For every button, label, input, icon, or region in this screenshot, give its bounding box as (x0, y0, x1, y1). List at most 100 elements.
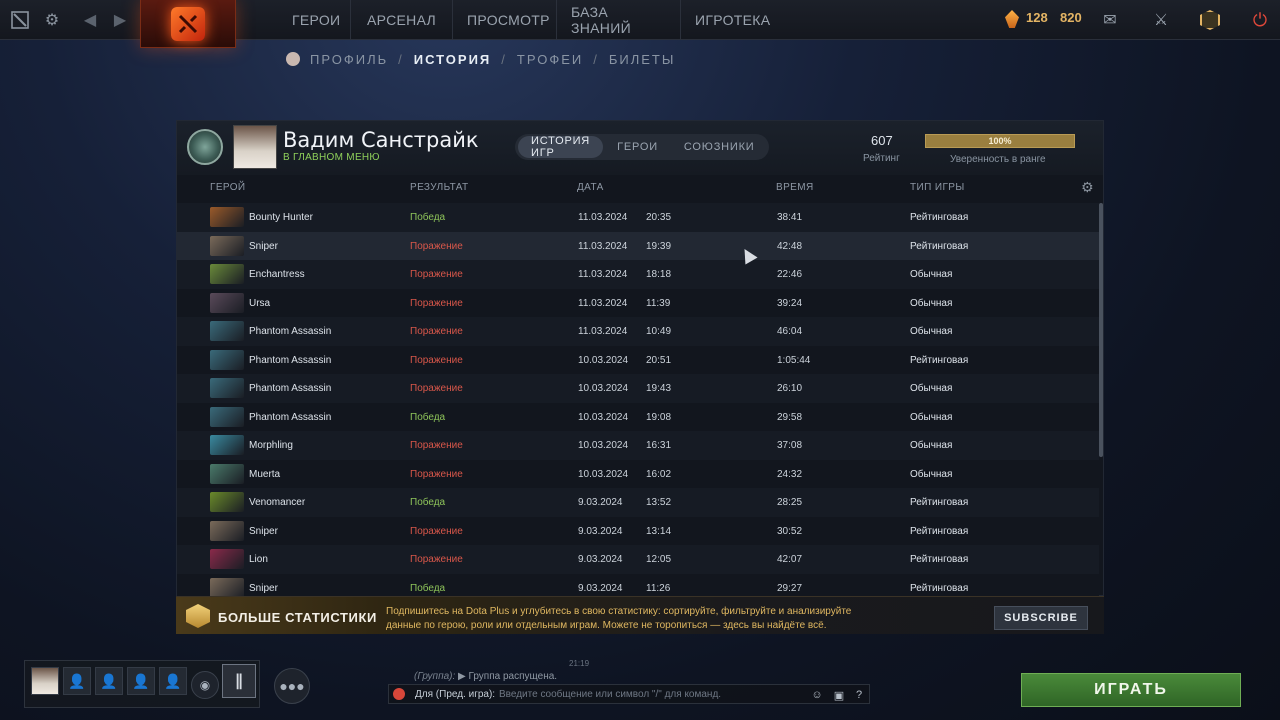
hero-portrait-icon (210, 321, 244, 341)
table-row[interactable]: Muerta Поражение 10.03.2024 16:02 24:32 Обычн… (177, 459, 1099, 488)
help-icon[interactable]: ? (851, 687, 867, 703)
hero-portrait-icon (210, 235, 244, 256)
dota-plus-icon[interactable] (1192, 4, 1228, 36)
play-button[interactable]: ИГРАТЬ (1021, 673, 1241, 707)
mail-icon[interactable]: ✉ (1092, 4, 1128, 36)
gear-icon[interactable]: ⚙ (40, 8, 64, 32)
hero-portrait-icon (210, 264, 244, 284)
rating-label: Рейтинг (863, 153, 900, 164)
power-icon[interactable]: ⏻ (1242, 4, 1278, 36)
hero-portrait-icon (210, 435, 244, 455)
party-slot-empty[interactable]: 👤 (95, 667, 123, 695)
emoticon-icon[interactable]: ☺ (809, 687, 825, 703)
table-row[interactable]: Phantom Assassin Поражение 10.03.2024 20:51… (177, 345, 1099, 374)
match-duration: 29:58 (777, 411, 803, 423)
match-duration: 46:04 (777, 326, 803, 337)
friends-icon[interactable]: ●●● (274, 668, 310, 704)
match-time: 13:14 (646, 525, 672, 537)
match-result: Победа (410, 411, 446, 423)
forward-arrow-icon[interactable]: ▶ (108, 8, 132, 32)
hero-portrait-icon (210, 207, 244, 227)
crumb-separator: / (398, 51, 404, 67)
tab-heroes[interactable]: ГЕРОИ (605, 136, 670, 158)
table-settings-gear-icon[interactable]: ⚙ (1081, 179, 1094, 196)
match-date: 10.03.2024 (578, 354, 629, 366)
rank-confidence-value: 100% (988, 136, 1012, 146)
party-slot-empty[interactable]: 👤 (127, 667, 155, 695)
party-slot-self[interactable] (31, 667, 59, 695)
hero-name: Sniper (249, 240, 278, 252)
table-row[interactable]: Phantom Assassin Победа 10.03.2024 19:08 29:… (177, 402, 1099, 431)
match-time: 18:18 (646, 269, 672, 280)
party-slot-empty[interactable]: 👤 (63, 667, 91, 695)
crumb-trophies[interactable]: ТРОФЕИ (513, 52, 587, 67)
table-row[interactable]: Phantom Assassin Поражение 10.03.2024 19:43… (177, 374, 1099, 403)
match-time: 19:43 (646, 383, 672, 394)
table-row[interactable]: Ursa Поражение 11.03.2024 11:39 39:24 Обычная (177, 288, 1099, 317)
armory-icon[interactable]: ⚔ (1143, 4, 1179, 36)
match-result: Поражение (410, 354, 463, 366)
match-duration: 39:24 (777, 297, 803, 309)
table-header: ГЕРОЙ РЕЗУЛЬТАТ ДАТА ВРЕМЯ ТИП ИГРЫ ⚙ (177, 179, 1103, 197)
match-time: 13:52 (646, 497, 672, 508)
subscribe-button[interactable]: SUBSCRIBE (994, 606, 1088, 630)
nav-armory[interactable]: АРСЕНАЛ (350, 0, 452, 40)
dota-icon[interactable] (8, 8, 32, 32)
match-result: Поражение (410, 240, 463, 252)
match-time: 12:05 (646, 554, 672, 565)
crumb-profile[interactable]: ПРОФИЛЬ (306, 52, 392, 67)
match-duration: 29:27 (777, 582, 803, 594)
col-duration[interactable]: ВРЕМЯ (776, 182, 814, 193)
match-time: 20:35 (646, 212, 672, 223)
table-row[interactable]: Morphling Поражение 10.03.2024 16:31 37:08 Об… (177, 431, 1099, 460)
crumb-tickets[interactable]: БИЛЕТЫ (605, 52, 680, 67)
table-row[interactable]: Bounty Hunter Победа 11.03.2024 20:35 38:41 Р… (177, 203, 1099, 232)
chat-input-bar[interactable]: Для (Пред. игра): Введите сообщение или … (388, 684, 870, 704)
table-row[interactable]: Lion Поражение 9.03.2024 12:05 42:07 Рейтинго… (177, 545, 1099, 574)
table-row[interactable]: Enchantress Поражение 11.03.2024 18:18 22:46… (177, 260, 1099, 289)
nav-learn[interactable]: БАЗА ЗНАНИЙ (556, 0, 680, 40)
table-row[interactable]: Venomancer Победа 9.03.2024 13:52 28:25 Рейти… (177, 488, 1099, 517)
table-row[interactable]: Sniper Победа 9.03.2024 11:26 29:27 Рейтингов… (177, 573, 1099, 597)
back-arrow-icon[interactable]: ◀ (78, 8, 102, 32)
nav-heroes[interactable]: ГЕРОИ (278, 0, 350, 40)
nav-arcade[interactable]: ИГРОТЕКА (680, 0, 778, 40)
scrollbar[interactable] (1099, 203, 1103, 457)
avatar[interactable] (233, 125, 277, 169)
game-type: Рейтинговая (910, 525, 969, 537)
chat-channel-icon[interactable] (393, 688, 405, 700)
hero-portrait-icon (210, 406, 244, 427)
match-time: 20:51 (646, 354, 672, 366)
hero-name: Bounty Hunter (249, 212, 313, 223)
nav-watch[interactable]: ПРОСМОТР (452, 0, 556, 40)
match-date: 10.03.2024 (578, 411, 629, 423)
match-date: 11.03.2024 (578, 269, 628, 280)
col-result[interactable]: РЕЗУЛЬТАТ (410, 182, 469, 193)
dota-logo-button[interactable] (140, 0, 236, 48)
chat-input[interactable]: Введите сообщение или символ "/" для ком… (499, 689, 721, 700)
crumb-separator: / (593, 51, 599, 67)
party-slot-empty[interactable]: 👤 (159, 667, 187, 695)
rank-medal-icon[interactable] (187, 129, 223, 165)
voice-icon[interactable]: ◉ (191, 671, 219, 699)
match-date: 10.03.2024 (578, 440, 629, 451)
crumb-history[interactable]: ИСТОРИЯ (410, 52, 496, 67)
match-date: 9.03.2024 (578, 497, 623, 508)
col-hero[interactable]: ГЕРОЙ (210, 182, 246, 193)
shards-count: 128 (1026, 10, 1048, 25)
game-type: Рейтинговая (910, 240, 969, 252)
match-duration: 22:46 (777, 269, 803, 280)
tab-allies[interactable]: СОЮЗНИКИ (672, 136, 767, 158)
col-date[interactable]: ДАТА (577, 182, 604, 193)
table-row[interactable]: Sniper Поражение 11.03.2024 19:39 42:48 Рейти… (177, 231, 1099, 260)
hero-name: Phantom Assassin (249, 411, 332, 423)
col-game-type[interactable]: ТИП ИГРЫ (910, 182, 965, 193)
table-row[interactable]: Sniper Поражение 9.03.2024 13:14 30:52 Рейтин… (177, 516, 1099, 545)
chat-channel[interactable]: Для (Пред. игра): (415, 689, 495, 700)
dota-plus-rank-icon[interactable]: ∥ (222, 664, 256, 698)
match-result: Поражение (410, 326, 463, 337)
table-row[interactable]: Phantom Assassin Поражение 11.03.2024 10:49… (177, 317, 1099, 346)
game-type: Обычная (910, 468, 953, 480)
chat-wheel-icon[interactable]: ▣ (831, 687, 847, 703)
tab-match-history[interactable]: ИСТОРИЯ ИГР (518, 135, 604, 159)
